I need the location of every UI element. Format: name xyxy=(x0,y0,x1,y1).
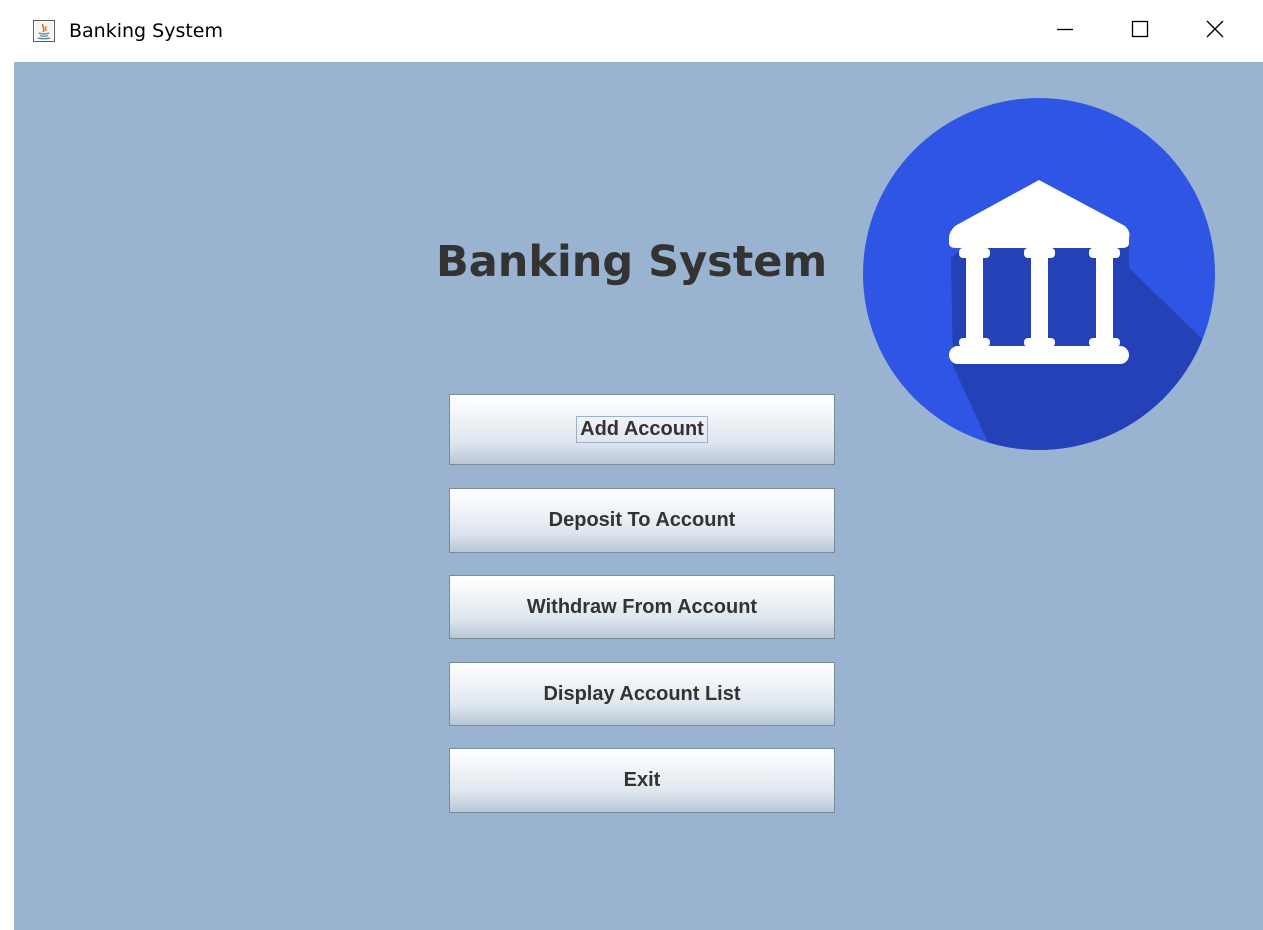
page-title: Banking System xyxy=(436,237,828,287)
withdraw-from-account-button[interactable]: Withdraw From Account xyxy=(449,575,835,639)
withdraw-from-account-label: Withdraw From Account xyxy=(526,595,758,618)
app-window: Banking System Banking System Add Accoun… xyxy=(0,0,1263,930)
display-account-list-button[interactable]: Display Account List xyxy=(449,662,835,726)
close-button[interactable] xyxy=(1192,10,1238,52)
deposit-to-account-label: Deposit To Account xyxy=(548,509,736,531)
add-account-button[interactable]: Add Account xyxy=(449,394,835,465)
display-account-list-label: Display Account List xyxy=(543,682,741,705)
close-icon xyxy=(1205,19,1225,43)
bank-icon xyxy=(863,98,1215,450)
exit-button[interactable]: Exit xyxy=(449,748,835,813)
title-bar[interactable]: Banking System xyxy=(0,0,1263,62)
maximize-icon xyxy=(1130,19,1150,43)
deposit-to-account-button[interactable]: Deposit To Account xyxy=(449,488,835,553)
main-panel: Banking System Add Account Deposit To Ac… xyxy=(14,62,1263,930)
add-account-label: Add Account xyxy=(576,416,708,443)
java-app-icon xyxy=(33,20,55,42)
window-title: Banking System xyxy=(69,20,223,42)
exit-label: Exit xyxy=(623,769,661,791)
minimize-icon xyxy=(1055,19,1075,43)
minimize-button[interactable] xyxy=(1042,10,1088,52)
maximize-button[interactable] xyxy=(1117,10,1163,52)
